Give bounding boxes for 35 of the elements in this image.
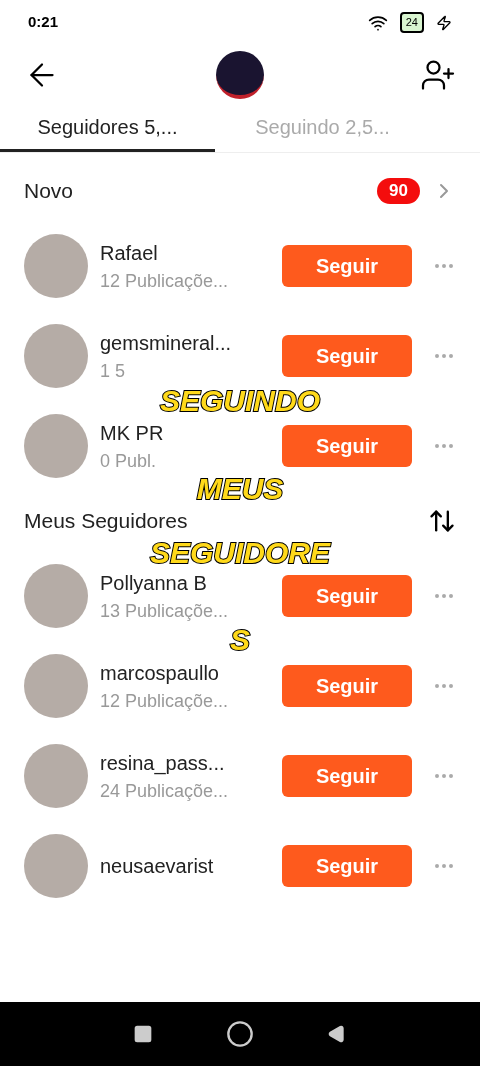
battery-level: 24 bbox=[399, 12, 424, 33]
section-title: Meus Seguidores bbox=[24, 508, 188, 535]
follow-button[interactable]: Seguir bbox=[282, 665, 412, 707]
user-name: Rafael bbox=[100, 240, 159, 266]
tab[interactable]: Seguindo 2,5... bbox=[215, 105, 430, 152]
follow-button[interactable]: Seguir bbox=[282, 425, 412, 467]
follow-button[interactable]: Seguir bbox=[282, 575, 412, 617]
status-time: 0:21 bbox=[28, 12, 59, 33]
home-icon[interactable] bbox=[226, 1020, 254, 1048]
post-count: 24 Publicaçõe... bbox=[100, 779, 230, 803]
post-count: 1 5 bbox=[100, 359, 127, 383]
caption-text: MEUS bbox=[196, 472, 284, 506]
charging-icon bbox=[436, 14, 452, 31]
follow-button[interactable]: Seguir bbox=[282, 845, 412, 887]
post-count: 0 Publ. bbox=[100, 449, 158, 473]
user-name: neusaevarist bbox=[100, 854, 215, 879]
post-count: 13 Publicaçõe... bbox=[100, 599, 230, 623]
user-name: resina_pass... bbox=[100, 750, 226, 777]
recents-icon[interactable] bbox=[132, 1024, 153, 1044]
user-name: marcospaullo bbox=[100, 660, 220, 686]
user-name: gemsmineral... bbox=[100, 330, 233, 356]
post-count: 12 Publicaçõe... bbox=[100, 689, 230, 713]
post-count: 12 Publicaçõe... bbox=[100, 269, 230, 293]
follow-button[interactable]: Seguir bbox=[282, 755, 412, 797]
follow-button[interactable]: Seguir bbox=[282, 335, 412, 377]
user-name: Pollyanna B bbox=[100, 570, 208, 596]
count-badge: 90 bbox=[377, 178, 420, 204]
user-name: MK PR bbox=[100, 420, 165, 446]
tab[interactable]: Seguidores 5,... bbox=[0, 105, 215, 152]
follow-button[interactable]: Seguir bbox=[282, 245, 412, 287]
caption-text: SEGUINDO bbox=[160, 384, 320, 418]
caption-text: S bbox=[230, 623, 250, 657]
caption-text: SEGUIDORE bbox=[150, 536, 330, 570]
profile-avatar[interactable] bbox=[216, 51, 264, 99]
section-title: Novo bbox=[24, 178, 74, 205]
